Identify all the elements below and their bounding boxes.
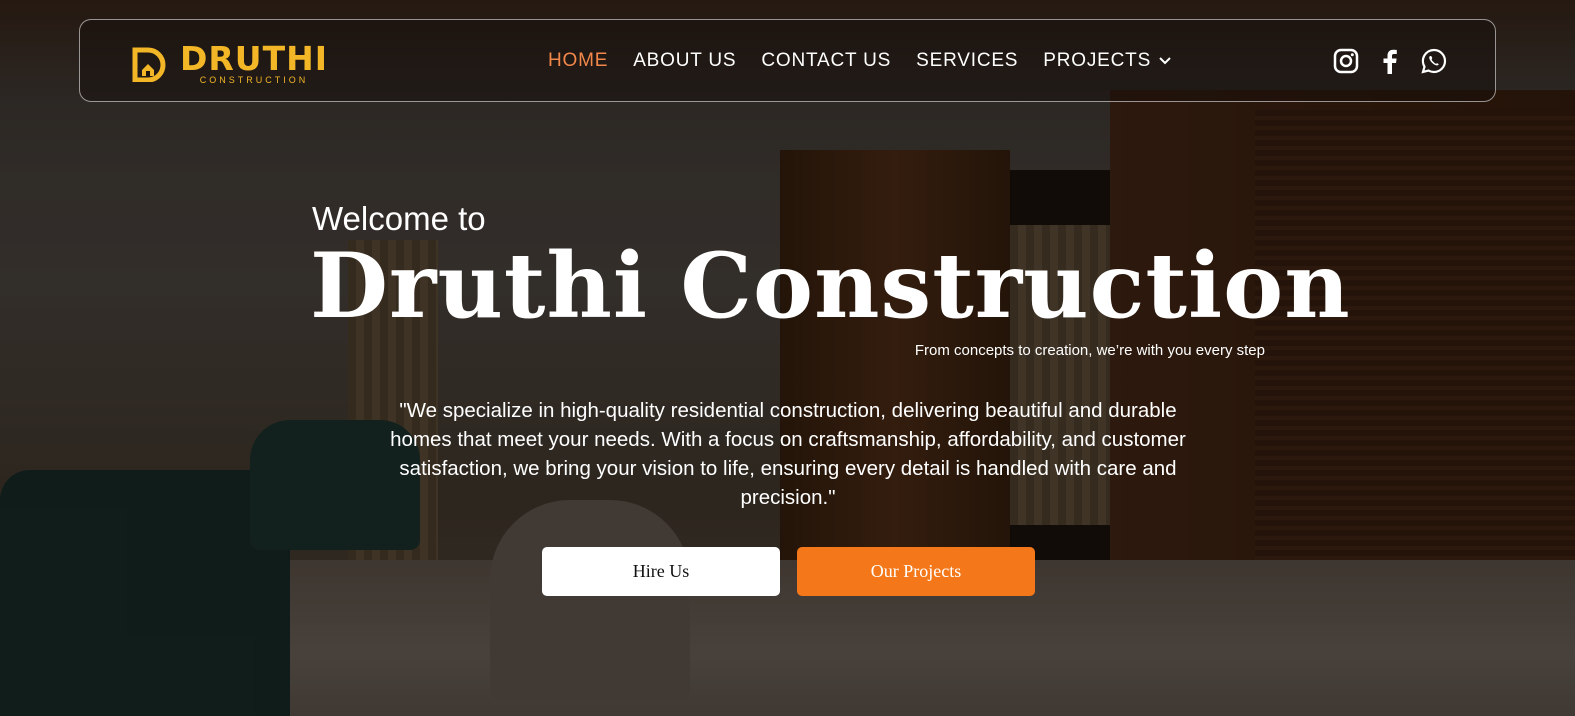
hero-tagline: From concepts to creation, we’re with yo… (914, 342, 1265, 359)
main-menu: HOME ABOUT US CONTACT US SERVICES PROJEC… (548, 50, 1196, 72)
hero-background (0, 0, 1575, 716)
instagram-icon[interactable] (1333, 48, 1359, 74)
brand-subtitle: CONSTRUCTION (199, 75, 309, 85)
hire-us-button[interactable]: Hire Us (542, 547, 780, 596)
nav-home[interactable]: HOME (548, 50, 608, 72)
nav-services[interactable]: SERVICES (916, 50, 1018, 72)
nav-projects[interactable]: PROJECTS (1043, 50, 1171, 72)
hero-title: Druthi Construction (310, 233, 1351, 339)
our-projects-button[interactable]: Our Projects (797, 547, 1035, 596)
facebook-icon[interactable] (1377, 48, 1403, 74)
chevron-down-icon (1159, 57, 1171, 65)
brand-logo[interactable]: DRUTHI CONSTRUCTION (132, 42, 328, 85)
nav-projects-label: PROJECTS (1043, 50, 1152, 71)
brand-name: DRUTHI (180, 39, 329, 78)
navbar: DRUTHI CONSTRUCTION HOME ABOUT US CONTAC… (79, 19, 1496, 102)
social-links (1333, 48, 1447, 74)
nav-contact-us[interactable]: CONTACT US (761, 50, 891, 72)
whatsapp-icon[interactable] (1421, 48, 1447, 74)
nav-about-us[interactable]: ABOUT US (633, 50, 736, 72)
logo-icon (132, 47, 166, 82)
hero-description: "We specialize in high-quality residenti… (390, 399, 1186, 509)
